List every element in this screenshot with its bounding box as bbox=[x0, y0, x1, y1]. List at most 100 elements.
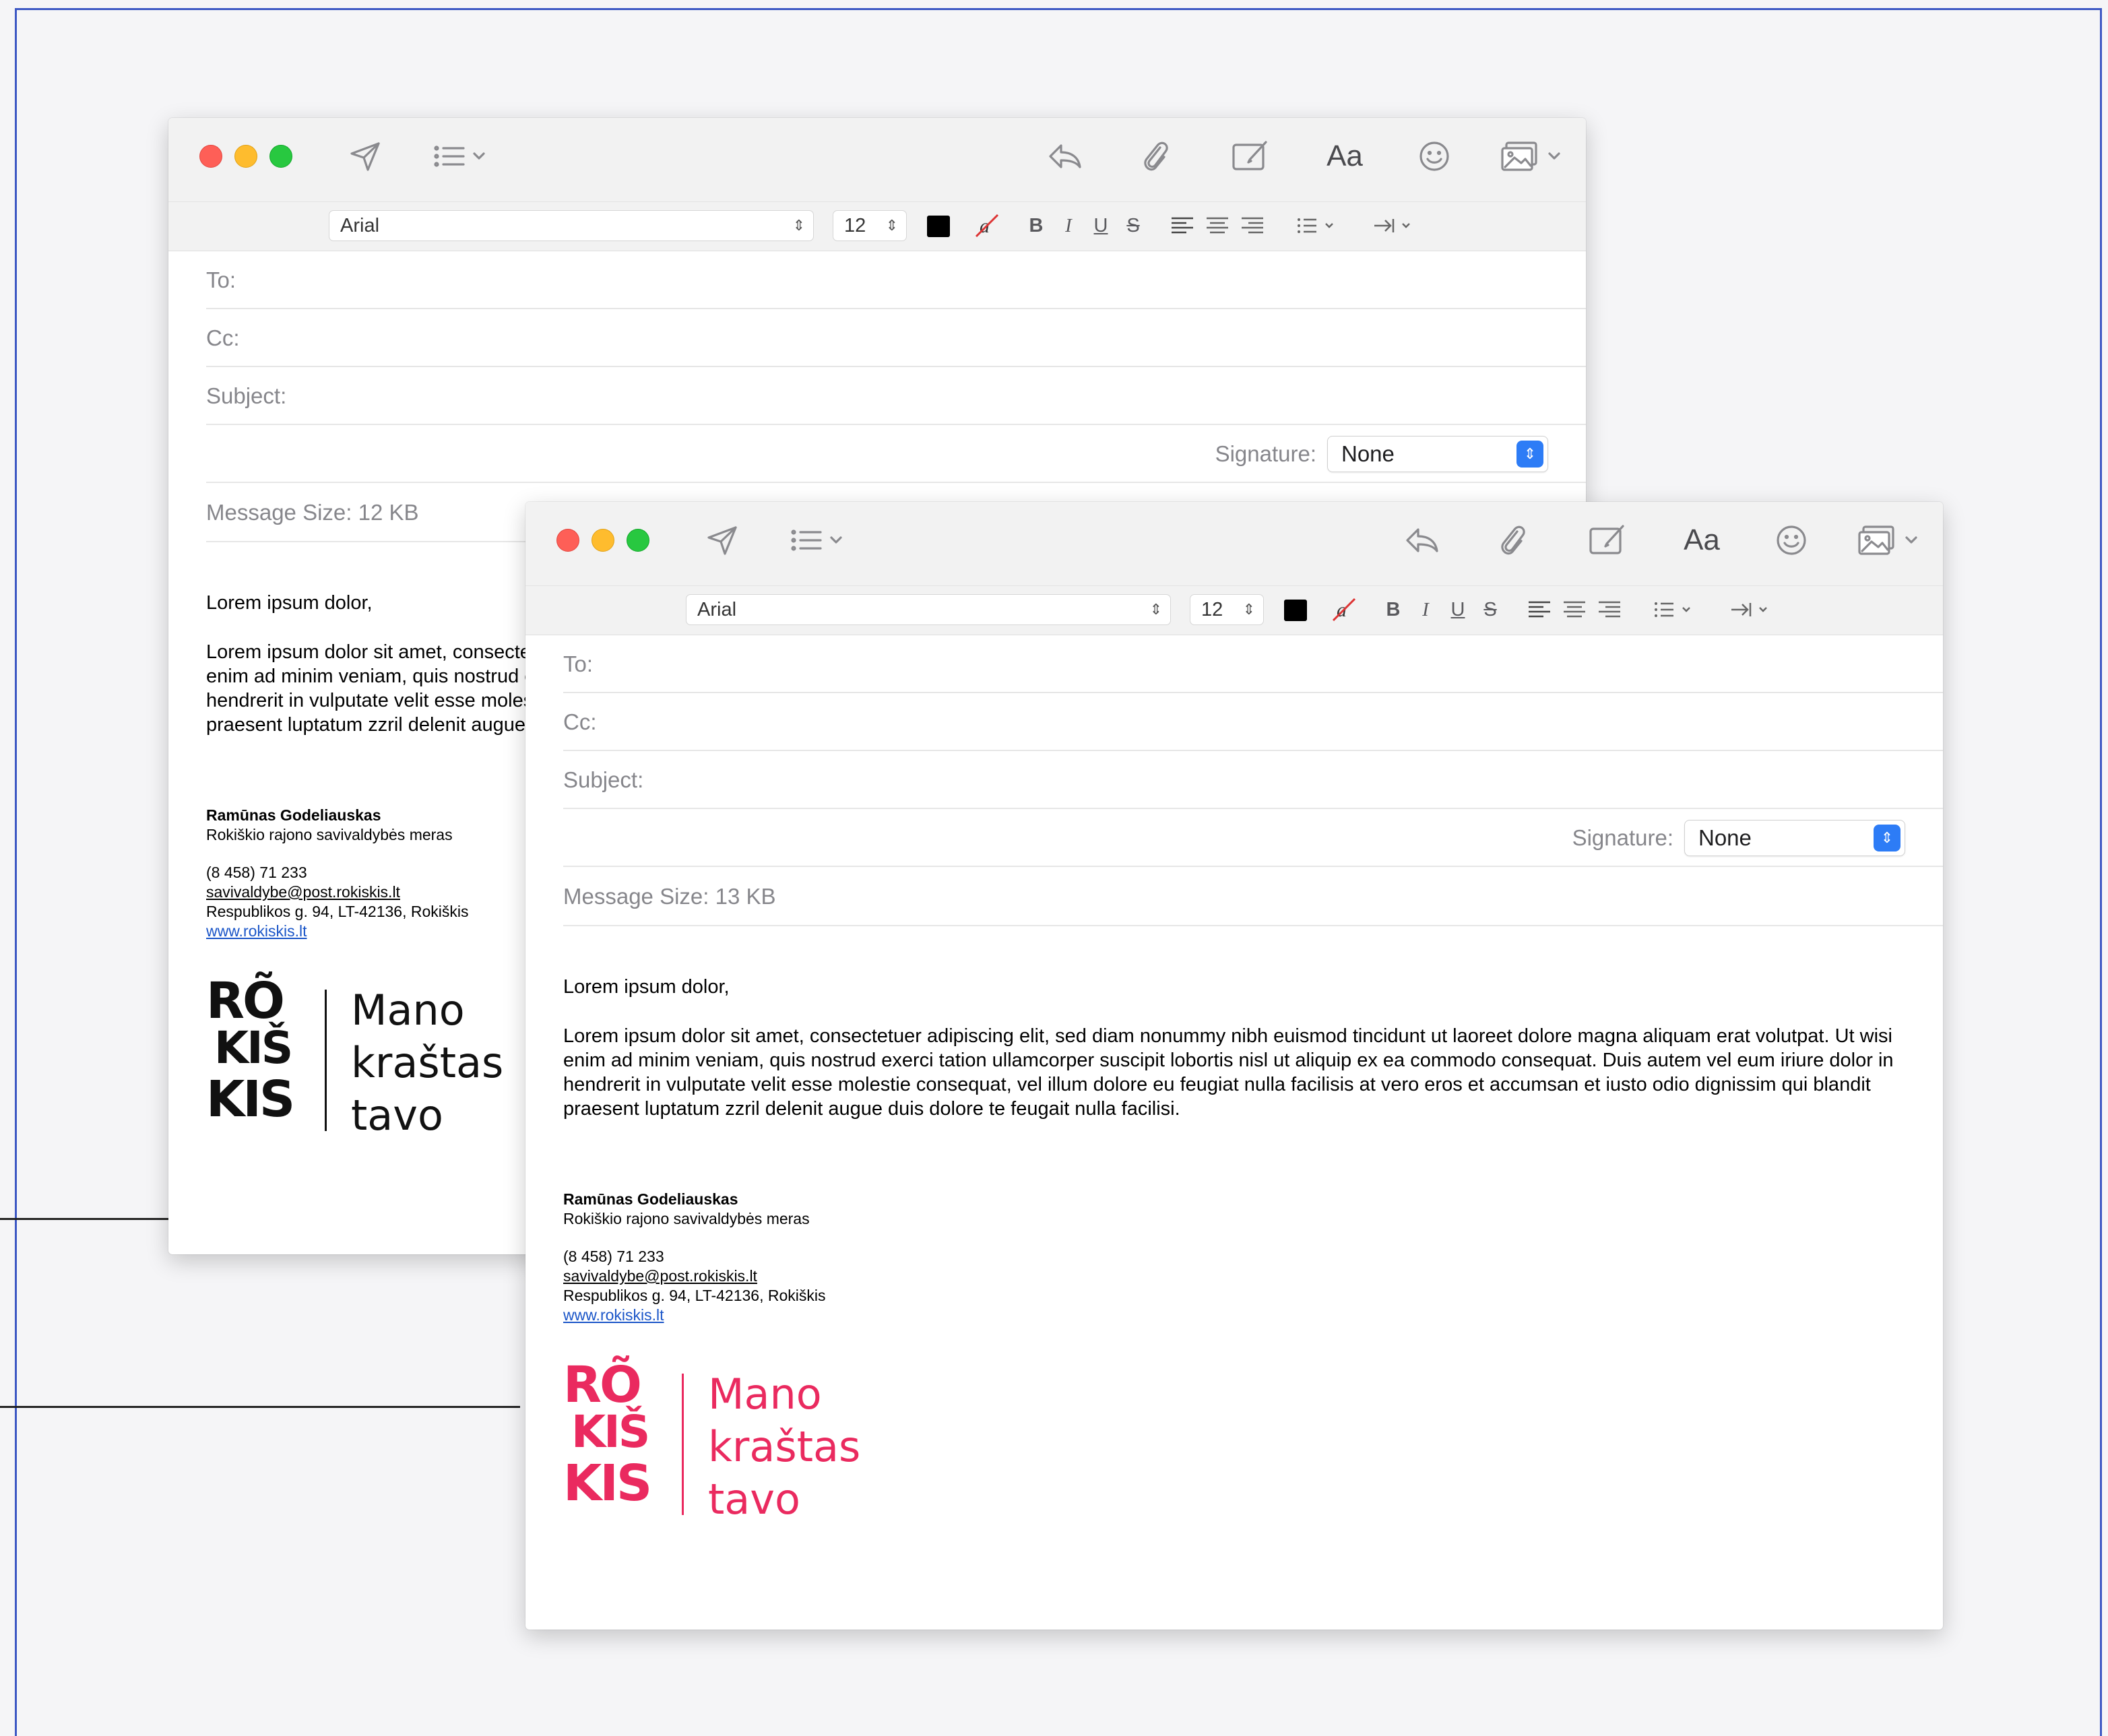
bold-button[interactable]: B bbox=[1024, 210, 1048, 241]
chevron-updown-icon: ⇕ bbox=[1874, 825, 1901, 851]
close-button[interactable] bbox=[556, 529, 579, 552]
indent-icon[interactable] bbox=[1729, 594, 1776, 625]
subject-field[interactable]: Subject: bbox=[563, 751, 1943, 809]
strikethrough-button[interactable]: S bbox=[1121, 210, 1145, 241]
signature-title: Rokiškio rajono savivaldybės meras bbox=[563, 1210, 810, 1227]
leader-line-bottom bbox=[0, 1406, 520, 1408]
to-label: To: bbox=[563, 651, 594, 676]
underline-button[interactable]: U bbox=[1446, 594, 1470, 625]
paperclip-icon[interactable] bbox=[1137, 133, 1172, 180]
smiley-icon[interactable] bbox=[1773, 517, 1810, 564]
updown-icon: ⇕ bbox=[792, 217, 805, 234]
markup-icon[interactable] bbox=[1587, 517, 1628, 564]
background-color-icon[interactable]: a bbox=[1329, 594, 1360, 625]
signature-select[interactable]: None ⇕ bbox=[1684, 820, 1905, 856]
signature-phone: (8 458) 71 233 bbox=[563, 1248, 664, 1265]
align-left-icon[interactable] bbox=[1167, 210, 1198, 241]
fonts-button[interactable]: Aa bbox=[1318, 133, 1372, 180]
format-bar: Arial ⇕ 12 ⇕ a B I U S bbox=[168, 202, 1586, 251]
font-size-select[interactable]: 12 ⇕ bbox=[833, 210, 907, 241]
italic-button[interactable]: I bbox=[1413, 594, 1438, 625]
logo-tagline-1: Mano bbox=[351, 986, 465, 1035]
send-icon[interactable] bbox=[702, 517, 742, 564]
logo-tagline-3: tavo bbox=[708, 1475, 800, 1524]
subject-label: Subject: bbox=[206, 383, 287, 408]
background-color-icon[interactable]: a bbox=[971, 210, 1002, 241]
align-right-icon[interactable] bbox=[1237, 210, 1268, 241]
signature-row: Signature: None ⇕ bbox=[206, 425, 1586, 483]
signature-email-link[interactable]: savivaldybe@post.rokiskis.lt bbox=[563, 1266, 1905, 1286]
minimize-button[interactable] bbox=[592, 529, 614, 552]
svg-text:a: a bbox=[1337, 599, 1347, 621]
message-size: Message Size: 12 KB bbox=[206, 500, 419, 525]
signature-select[interactable]: None ⇕ bbox=[1327, 436, 1548, 472]
email-signature: Ramūnas Godeliauskas Rokiškio rajono sav… bbox=[563, 1190, 1905, 1325]
signature-row: Signature: None ⇕ bbox=[563, 809, 1943, 867]
indent-icon[interactable] bbox=[1372, 210, 1419, 241]
smiley-icon[interactable] bbox=[1416, 133, 1452, 180]
logo-tagline-3: tavo bbox=[351, 1091, 443, 1140]
paperclip-icon[interactable] bbox=[1494, 517, 1529, 564]
list-style-icon[interactable] bbox=[1652, 594, 1699, 625]
logo-separator bbox=[325, 990, 327, 1131]
header-fields-list-icon[interactable] bbox=[787, 517, 849, 564]
rokiskis-logo: RÕ KIŠ KIS Mano kraštas tavo bbox=[563, 1360, 873, 1522]
minimize-button[interactable] bbox=[234, 145, 257, 168]
font-family-select[interactable]: Arial ⇕ bbox=[686, 594, 1171, 625]
font-family-value: Arial bbox=[340, 215, 380, 236]
compose-window-front[interactable]: Aa Arial ⇕ 12 ⇕ a B I U S To: Cc: Subjec… bbox=[525, 502, 1943, 1630]
font-family-select[interactable]: Arial ⇕ bbox=[329, 210, 814, 241]
body-text: Lorem ipsum dolor sit amet, consectetuer… bbox=[563, 1025, 1894, 1120]
font-family-value: Arial bbox=[697, 599, 737, 620]
to-field[interactable]: To: bbox=[206, 251, 1586, 309]
updown-icon: ⇕ bbox=[1149, 601, 1162, 618]
logo-word-3: KIS bbox=[563, 1454, 652, 1512]
to-field[interactable]: To: bbox=[563, 635, 1943, 693]
list-style-icon[interactable] bbox=[1295, 210, 1342, 241]
to-label: To: bbox=[206, 267, 236, 292]
text-color-swatch[interactable] bbox=[927, 216, 950, 237]
align-right-icon[interactable] bbox=[1594, 594, 1625, 625]
zoom-button[interactable] bbox=[269, 145, 292, 168]
updown-icon: ⇕ bbox=[885, 217, 898, 234]
fonts-button[interactable]: Aa bbox=[1675, 517, 1729, 564]
reply-icon[interactable] bbox=[1403, 517, 1440, 564]
align-center-icon[interactable] bbox=[1202, 210, 1233, 241]
zoom-button[interactable] bbox=[627, 529, 649, 552]
signature-address: Respublikos g. 94, LT-42136, Rokiškis bbox=[563, 1287, 826, 1304]
cc-field[interactable]: Cc: bbox=[563, 693, 1943, 751]
signature-value: None bbox=[1341, 441, 1395, 466]
updown-icon: ⇕ bbox=[1242, 601, 1255, 618]
cc-field[interactable]: Cc: bbox=[206, 309, 1586, 367]
chevron-updown-icon: ⇕ bbox=[1516, 441, 1543, 468]
underline-button[interactable]: U bbox=[1089, 210, 1113, 241]
subject-field[interactable]: Subject: bbox=[206, 367, 1586, 425]
titlebar: Aa bbox=[525, 502, 1943, 586]
svg-text:a: a bbox=[980, 215, 990, 237]
photo-browser-icon[interactable] bbox=[1855, 517, 1923, 564]
signature-value: None bbox=[1698, 825, 1752, 850]
logo-word-1: RÕ bbox=[206, 972, 285, 1030]
align-center-icon[interactable] bbox=[1559, 594, 1590, 625]
photo-browser-icon[interactable] bbox=[1498, 133, 1566, 180]
text-color-swatch[interactable] bbox=[1284, 600, 1307, 621]
strikethrough-button[interactable]: S bbox=[1478, 594, 1502, 625]
signature-name: Ramūnas Godeliauskas bbox=[563, 1190, 738, 1208]
send-icon[interactable] bbox=[345, 133, 385, 180]
message-body[interactable]: Lorem ipsum dolor, Lorem ipsum dolor sit… bbox=[525, 926, 1943, 1522]
subject-label: Subject: bbox=[563, 767, 644, 792]
logo-separator bbox=[682, 1374, 684, 1515]
signature-website-link[interactable]: www.rokiskis.lt bbox=[563, 1306, 1905, 1325]
font-size-select[interactable]: 12 ⇕ bbox=[1190, 594, 1264, 625]
bold-button[interactable]: B bbox=[1381, 594, 1405, 625]
align-left-icon[interactable] bbox=[1524, 594, 1555, 625]
cc-label: Cc: bbox=[563, 709, 597, 734]
logo-word-3: KIS bbox=[206, 1070, 295, 1128]
reply-icon[interactable] bbox=[1046, 133, 1083, 180]
header-fields-list-icon[interactable] bbox=[430, 133, 492, 180]
italic-button[interactable]: I bbox=[1056, 210, 1081, 241]
logo-word-2: KIŠ bbox=[571, 1406, 650, 1458]
close-button[interactable] bbox=[199, 145, 222, 168]
markup-icon[interactable] bbox=[1230, 133, 1271, 180]
rokiskis-logo: RÕ KIŠ KIS Mano kraštas tavo bbox=[206, 976, 516, 1138]
